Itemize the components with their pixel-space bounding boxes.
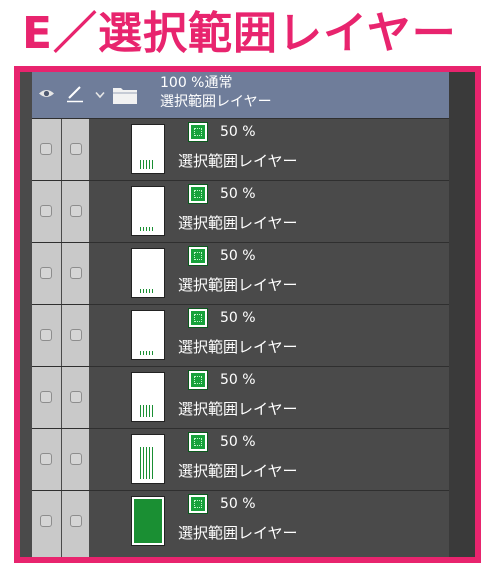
selection-mask-icon[interactable]: [188, 246, 208, 266]
layer-thumbnail[interactable]: [131, 434, 165, 484]
layer-row[interactable]: 50 % 選択範囲レイヤー: [32, 242, 449, 304]
layer-folder-row[interactable]: 100 %通常 選択範囲レイヤー: [32, 72, 449, 118]
panel-scrollbar[interactable]: [449, 72, 475, 557]
visibility-checkbox[interactable]: [40, 329, 52, 341]
thumbnail-content: [134, 499, 162, 543]
layer-opacity: 50 %: [220, 186, 256, 202]
layer-name: 選択範囲レイヤー: [178, 276, 298, 294]
layer-row[interactable]: 50 % 選択範囲レイヤー: [32, 118, 449, 180]
layer-thumbnail[interactable]: [131, 124, 165, 174]
layer-opacity: 50 %: [220, 248, 256, 264]
layer-name: 選択範囲レイヤー: [178, 152, 298, 170]
layer-row[interactable]: 50 % 選択範囲レイヤー: [32, 490, 449, 552]
selection-mask-icon[interactable]: [188, 308, 208, 328]
thumbnail-content: [140, 227, 154, 231]
selection-mask-icon[interactable]: [188, 370, 208, 390]
selection-mask-icon[interactable]: [188, 122, 208, 142]
folder-blend-mode: 100 %通常: [160, 75, 233, 91]
layer-opacity: 50 %: [220, 372, 256, 388]
visibility-checkbox[interactable]: [40, 391, 52, 403]
layer-name: 選択範囲レイヤー: [178, 462, 298, 480]
thumbnail-content: [140, 351, 154, 355]
visibility-checkbox[interactable]: [40, 205, 52, 217]
page-title: E／選択範囲レイヤー: [22, 8, 457, 59]
layer-panel: 100 %通常 選択範囲レイヤー 50 % 選択範囲レイヤー 50 % 選択範囲レイヤ…: [14, 66, 481, 563]
lock-checkbox[interactable]: [70, 515, 82, 527]
thumbnail-content: [140, 160, 154, 169]
layer-name: 選択範囲レイヤー: [178, 338, 298, 356]
layer-row[interactable]: 50 % 選択範囲レイヤー: [32, 366, 449, 428]
layer-name: 選択範囲レイヤー: [178, 214, 298, 232]
layer-thumbnail[interactable]: [131, 310, 165, 360]
selection-mask-icon[interactable]: [188, 184, 208, 204]
layer-opacity: 50 %: [220, 496, 256, 512]
layer-row[interactable]: 50 % 選択範囲レイヤー: [32, 304, 449, 366]
chevron-down-icon[interactable]: [95, 91, 105, 99]
lock-checkbox[interactable]: [70, 205, 82, 217]
lock-checkbox[interactable]: [70, 453, 82, 465]
layer-thumbnail[interactable]: [131, 186, 165, 236]
layer-name: 選択範囲レイヤー: [178, 400, 298, 418]
layer-thumbnail[interactable]: [131, 248, 165, 298]
visibility-checkbox[interactable]: [40, 515, 52, 527]
eye-icon[interactable]: [38, 88, 55, 99]
layer-row[interactable]: 50 % 選択範囲レイヤー: [32, 180, 449, 242]
layer-opacity: 50 %: [220, 310, 256, 326]
selection-mask-icon[interactable]: [188, 432, 208, 452]
layer-thumbnail[interactable]: [131, 372, 165, 422]
lock-checkbox[interactable]: [70, 143, 82, 155]
pen-icon[interactable]: [66, 85, 84, 103]
layer-opacity: 50 %: [220, 124, 256, 140]
thumbnail-content: [140, 405, 154, 417]
selection-mask-icon[interactable]: [188, 494, 208, 514]
layer-name: 選択範囲レイヤー: [178, 524, 298, 542]
lock-checkbox[interactable]: [70, 391, 82, 403]
thumbnail-content: [140, 447, 154, 479]
visibility-checkbox[interactable]: [40, 267, 52, 279]
visibility-checkbox[interactable]: [40, 453, 52, 465]
layer-thumbnail[interactable]: [131, 496, 165, 546]
folder-icon: [113, 88, 137, 104]
thumbnail-content: [140, 289, 154, 293]
folder-name: 選択範囲レイヤー: [160, 94, 272, 110]
lock-checkbox[interactable]: [70, 329, 82, 341]
layer-row[interactable]: 50 % 選択範囲レイヤー: [32, 428, 449, 490]
lock-checkbox[interactable]: [70, 267, 82, 279]
visibility-checkbox[interactable]: [40, 143, 52, 155]
layer-opacity: 50 %: [220, 434, 256, 450]
